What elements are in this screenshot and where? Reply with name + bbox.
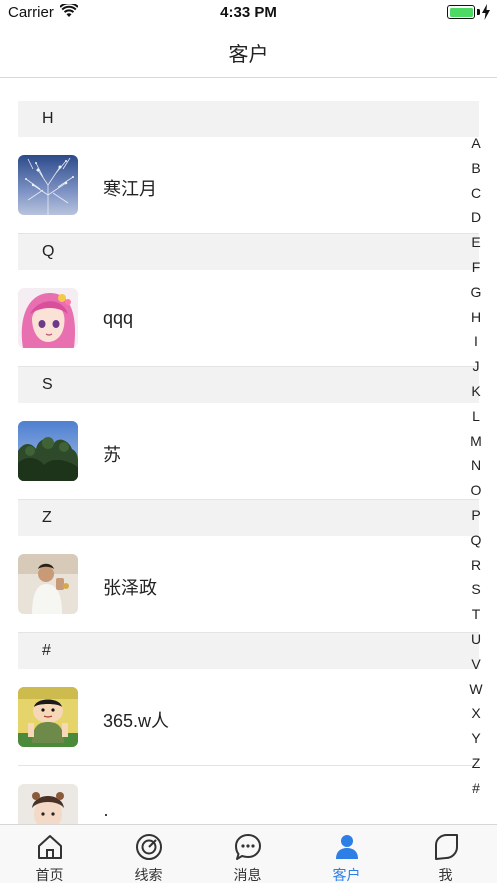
index-letter[interactable]: S <box>462 577 490 602</box>
avatar <box>18 784 78 824</box>
index-letter[interactable]: A <box>462 131 490 156</box>
index-letter[interactable]: B <box>462 156 490 181</box>
charging-bolt-icon <box>482 4 490 20</box>
customer-name: 寒江月 <box>103 179 157 199</box>
index-letter[interactable]: N <box>462 453 490 478</box>
page-title: 客户 <box>228 44 269 66</box>
customer-row[interactable]: 365.w人 <box>18 669 479 766</box>
customer-name: qqq <box>103 308 134 328</box>
avatar <box>18 421 78 481</box>
index-letter[interactable]: P <box>462 503 490 528</box>
tab-messages[interactable]: 消息 <box>198 825 297 884</box>
index-letter[interactable]: J <box>462 354 490 379</box>
avatar <box>18 288 78 348</box>
section-header-hash: # <box>18 633 479 669</box>
avatar <box>18 687 78 747</box>
index-letter[interactable]: O <box>462 478 490 503</box>
index-letter[interactable]: G <box>462 280 490 305</box>
index-letter[interactable]: X <box>462 701 490 726</box>
pink-hair-girl-image <box>18 288 78 348</box>
customer-list[interactable]: H 寒江月 Q qqq S 苏 Z 张泽政 # 365.w人 · <box>18 78 479 824</box>
tab-me[interactable]: 我 <box>396 825 495 884</box>
index-letter[interactable]: L <box>462 404 490 429</box>
chat-bubble-icon <box>235 834 261 860</box>
home-icon <box>38 835 62 859</box>
index-letter[interactable]: E <box>462 230 490 255</box>
section-header-s: S <box>18 367 479 403</box>
index-letter[interactable]: H <box>462 305 490 330</box>
index-letter[interactable]: C <box>462 181 490 206</box>
index-letter[interactable]: K <box>462 379 490 404</box>
tree-sky-image <box>18 421 78 481</box>
target-icon <box>136 834 162 860</box>
customer-row[interactable]: · <box>18 766 479 824</box>
tab-label: 消息 <box>233 867 262 883</box>
avatar <box>18 155 78 215</box>
navigation-bar: 客户 <box>0 26 497 78</box>
index-letter[interactable]: Z <box>462 751 490 776</box>
index-letter[interactable]: Q <box>462 528 490 553</box>
tree-branches-image <box>18 155 78 215</box>
clock: 4:33 PM <box>220 4 277 21</box>
index-letter[interactable]: D <box>462 205 490 230</box>
customer-name: 苏 <box>103 445 121 465</box>
section-header-q: Q <box>18 234 479 270</box>
customer-row[interactable]: 苏 <box>18 403 479 500</box>
index-letter[interactable]: # <box>462 776 490 801</box>
man-photo-image <box>18 554 78 614</box>
index-letter[interactable]: I <box>462 329 490 354</box>
status-bar: Carrier 4:33 PM <box>0 0 497 26</box>
customer-row[interactable]: qqq <box>18 270 479 367</box>
section-header-h: H <box>18 101 479 137</box>
tab-leads[interactable]: 线索 <box>99 825 198 884</box>
index-letter[interactable]: F <box>462 255 490 280</box>
index-letter[interactable]: V <box>462 652 490 677</box>
customer-row[interactable]: 张泽政 <box>18 536 479 633</box>
index-letter[interactable]: T <box>462 602 490 627</box>
person-icon <box>336 835 358 859</box>
alphabet-index[interactable]: A B C D E F G H I J K L M N O P Q R S T U V W X Y Z # <box>462 131 490 801</box>
leaf-icon <box>435 834 458 860</box>
customer-name: 张泽政 <box>103 578 157 598</box>
tab-label: 首页 <box>35 867 64 883</box>
tab-customers[interactable]: 客户 <box>297 825 396 884</box>
customer-name: · <box>103 804 109 824</box>
tab-bar: 首页 线索 消息 客户 我 <box>0 824 497 883</box>
battery-icon <box>447 5 475 19</box>
avatar <box>18 554 78 614</box>
customer-name: 365.w人 <box>103 711 170 731</box>
index-letter[interactable]: Y <box>462 726 490 751</box>
cartoon-boy-image <box>18 687 78 747</box>
section-header-z: Z <box>18 500 479 536</box>
tab-label: 客户 <box>332 867 361 883</box>
tab-label: 线索 <box>134 867 163 883</box>
index-letter[interactable]: M <box>462 429 490 454</box>
index-letter[interactable]: U <box>462 627 490 652</box>
index-letter[interactable]: W <box>462 677 490 702</box>
customer-row[interactable]: 寒江月 <box>18 137 479 234</box>
index-letter[interactable]: R <box>462 553 490 578</box>
tab-label: 我 <box>438 867 453 883</box>
tab-home[interactable]: 首页 <box>0 825 99 884</box>
child-photo-image <box>18 784 78 824</box>
